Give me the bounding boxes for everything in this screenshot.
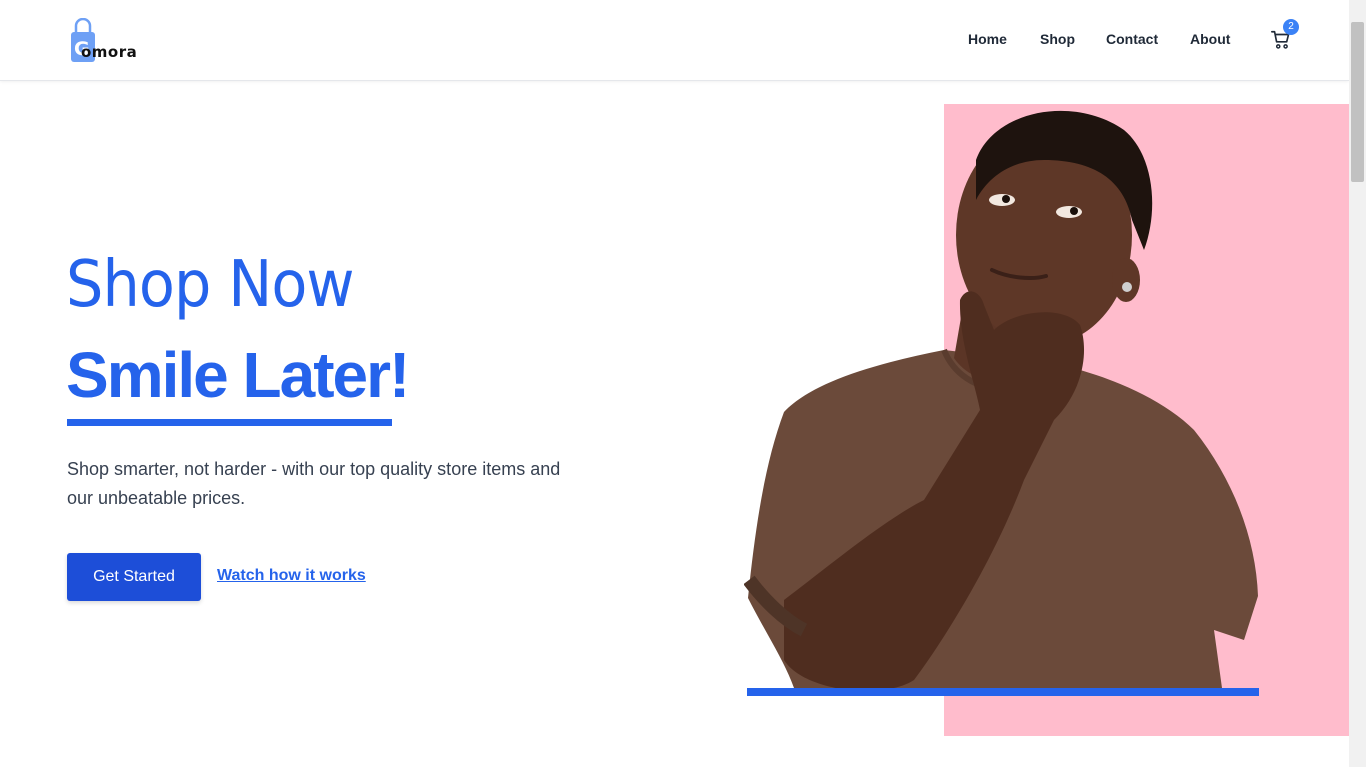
cart-count-badge: 2 <box>1283 19 1299 35</box>
hero-heading-underline <box>67 419 392 426</box>
nav-about[interactable]: About <box>1190 31 1230 47</box>
watch-how-it-works-link[interactable]: Watch how it works <box>217 567 366 585</box>
hero-person-image <box>744 110 1258 691</box>
hero-description: Shop smarter, not harder - with our top … <box>67 459 561 508</box>
brand-name: omora <box>81 43 138 61</box>
get-started-button[interactable]: Get Started <box>67 553 201 601</box>
site-header: G omora Home Shop Contact About 2 <box>0 0 1349 81</box>
hero-image-underline <box>747 688 1259 696</box>
nav-home[interactable]: Home <box>968 31 1007 47</box>
page-scrollbar[interactable] <box>1349 0 1366 767</box>
brand-logo[interactable]: G omora <box>70 18 160 64</box>
nav-shop[interactable]: Shop <box>1040 31 1075 47</box>
hero-heading-line1: Shop Now <box>66 248 355 322</box>
scrollbar-thumb[interactable] <box>1351 22 1364 182</box>
nav-contact[interactable]: Contact <box>1106 31 1158 47</box>
hero-heading-line2: Smile Later! <box>66 339 410 411</box>
